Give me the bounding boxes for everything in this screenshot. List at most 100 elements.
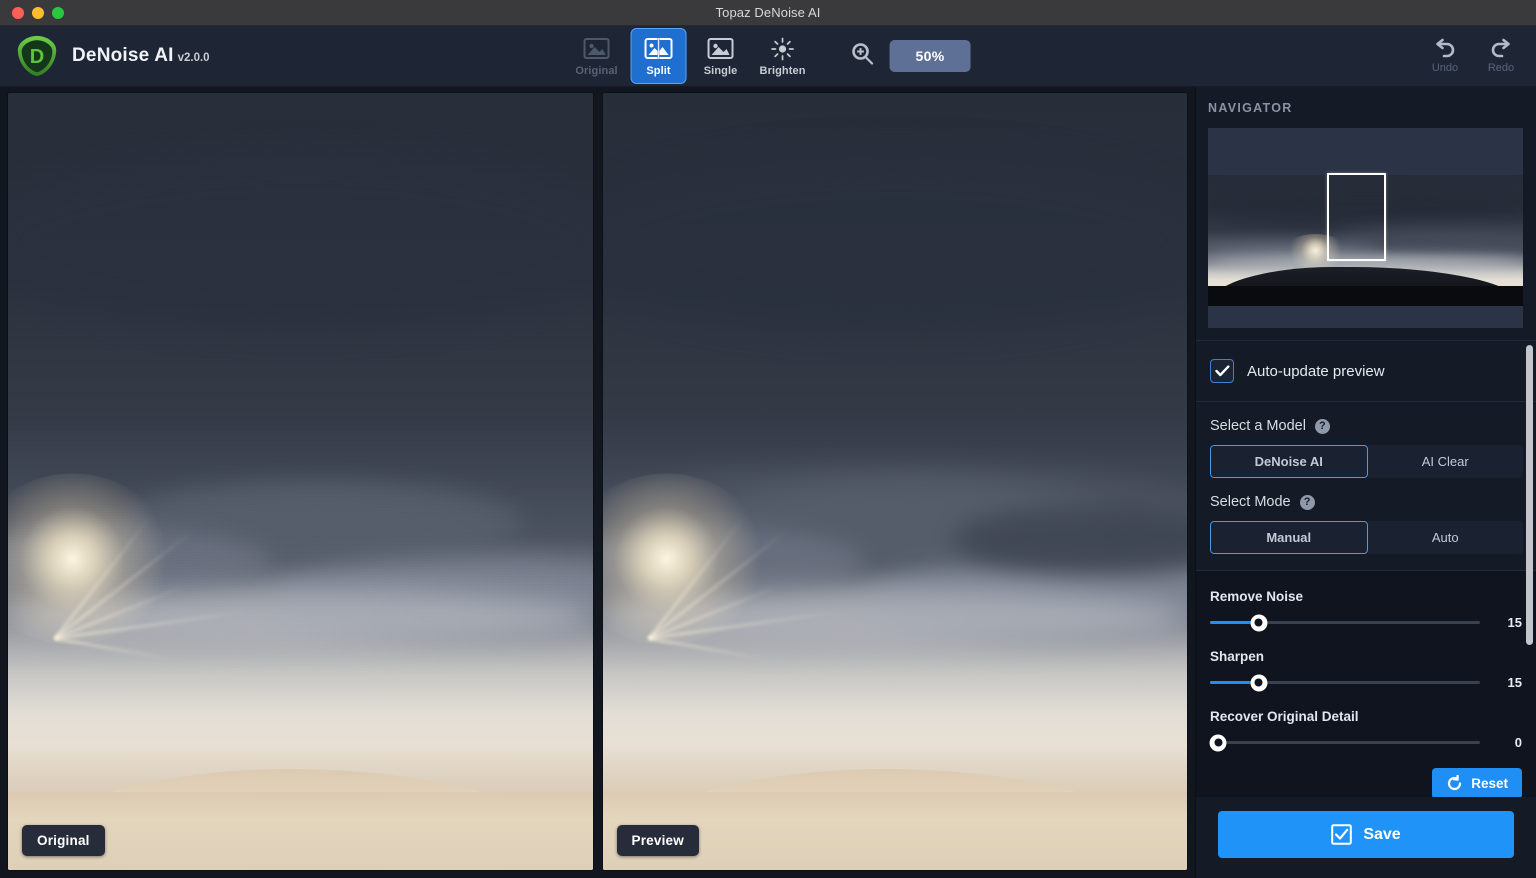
- image-icon: [707, 36, 734, 62]
- sharpen-knob[interactable]: [1250, 674, 1268, 691]
- save-area: Save: [1196, 797, 1536, 878]
- sharpen-label: Sharpen: [1210, 649, 1265, 664]
- sun-icon: [770, 36, 796, 62]
- view-mode-brighten[interactable]: Brighten: [755, 28, 811, 84]
- recover-detail-row: 0: [1209, 734, 1522, 751]
- preview-area: Original Preview: [0, 87, 1195, 878]
- brand-title: DeNoise AI v2.0.0: [72, 45, 210, 67]
- sharpen-row: 15: [1210, 674, 1522, 691]
- noise-texture: [8, 93, 593, 870]
- recover-detail-value: 0: [1514, 735, 1522, 750]
- navigator-thumbnail: [1208, 175, 1523, 306]
- view-mode-group: Original Split Single Brighten 50%: [566, 28, 971, 84]
- preview-pane[interactable]: Preview: [602, 93, 1187, 870]
- close-button[interactable]: [12, 6, 24, 19]
- recover-detail-track[interactable]: [1209, 734, 1481, 751]
- view-mode-original-label: Original: [575, 64, 618, 77]
- controls-scroll-area: Auto-update preview Select a Model ? DeN…: [1196, 341, 1536, 797]
- app-name: DeNoise AI: [72, 45, 174, 66]
- navigator-title: NAVIGATOR: [1208, 101, 1293, 115]
- redo-button[interactable]: Redo: [1476, 31, 1526, 81]
- model-option-ai-clear[interactable]: AI Clear: [1367, 445, 1523, 478]
- sharpen-track[interactable]: [1210, 674, 1481, 691]
- panel-scrollbar[interactable]: [1526, 345, 1533, 645]
- save-label: Save: [1363, 825, 1401, 843]
- mode-section-title: Select Mode: [1210, 494, 1291, 510]
- auto-update-checkbox[interactable]: [1210, 359, 1234, 383]
- model-option-denoise-ai[interactable]: DeNoise AI: [1210, 445, 1368, 478]
- original-preview-pane[interactable]: Original: [8, 93, 593, 870]
- zoom-level-badge[interactable]: 50%: [889, 40, 971, 72]
- mode-segmented-control: Manual Auto: [1210, 521, 1523, 554]
- auto-update-row[interactable]: Auto-update preview: [1196, 341, 1536, 401]
- main-toolbar: D DeNoise AI v2.0.0 Original Split Singl…: [0, 26, 1536, 87]
- remove-noise-knob[interactable]: [1250, 614, 1268, 631]
- remove-noise-value: 15: [1507, 615, 1522, 630]
- denoise-ai-logo-icon: D: [17, 35, 57, 77]
- foreground-silhouette: [1208, 286, 1523, 306]
- preview-pane-label: Preview: [616, 825, 699, 856]
- mode-option-manual[interactable]: Manual: [1210, 521, 1368, 554]
- model-segmented-control: DeNoise AI AI Clear: [1210, 445, 1523, 478]
- right-panel: NAVIGATOR Auto-update preview Select a M…: [1195, 87, 1536, 878]
- save-button[interactable]: Save: [1218, 811, 1514, 858]
- mode-option-auto[interactable]: Auto: [1367, 521, 1523, 554]
- view-mode-brighten-label: Brighten: [759, 64, 806, 77]
- workspace: Original Preview NAVIGATOR Auto-update p…: [0, 87, 1536, 878]
- reset-label: Reset: [1471, 776, 1508, 791]
- undo-arrow-icon: [1436, 38, 1455, 58]
- remove-noise-track[interactable]: [1210, 614, 1481, 631]
- recover-detail-label: Recover Original Detail: [1210, 709, 1359, 724]
- view-mode-single[interactable]: Single: [693, 28, 749, 84]
- view-mode-single-label: Single: [703, 64, 738, 77]
- model-section: Select a Model ? DeNoise AI AI Clear: [1196, 402, 1536, 494]
- original-photo: [8, 93, 593, 870]
- original-pane-label: Original: [22, 825, 105, 856]
- minimize-button[interactable]: [32, 6, 44, 19]
- view-mode-split-label: Split: [646, 64, 671, 77]
- redo-label: Redo: [1487, 62, 1515, 74]
- logo-letter: D: [30, 46, 45, 68]
- undo-label: Undo: [1431, 62, 1459, 74]
- app-version: v2.0.0: [177, 52, 210, 64]
- mode-help-icon[interactable]: ?: [1299, 494, 1315, 510]
- window-title: Topaz DeNoise AI: [715, 5, 821, 20]
- remove-noise-row: 15: [1210, 614, 1522, 631]
- undo-button[interactable]: Undo: [1420, 31, 1470, 81]
- recover-detail-knob[interactable]: [1209, 734, 1227, 751]
- cloud-layer: [1208, 181, 1523, 228]
- view-mode-original[interactable]: Original: [569, 28, 625, 84]
- recover-detail-slider-block: Recover Original Detail 0: [1209, 709, 1522, 751]
- mode-section-head: Select Mode ?: [1210, 494, 1522, 510]
- history-group: Undo Redo: [1420, 31, 1526, 81]
- split-image-icon: [644, 36, 673, 62]
- sharpen-value: 15: [1507, 675, 1522, 690]
- window-title-bar: Topaz DeNoise AI: [0, 0, 1536, 26]
- model-section-head: Select a Model ?: [1210, 418, 1522, 434]
- reset-row: Reset: [1196, 768, 1536, 797]
- zoom-button[interactable]: [52, 6, 64, 19]
- reset-button[interactable]: Reset: [1432, 768, 1522, 797]
- traffic-lights: [0, 6, 64, 19]
- preview-photo: [602, 93, 1187, 870]
- model-section-title: Select a Model: [1210, 418, 1306, 434]
- remove-noise-slider-block: Remove Noise 15: [1210, 589, 1522, 631]
- zoom-group: 50%: [850, 40, 971, 72]
- navigator-section: NAVIGATOR: [1196, 87, 1536, 340]
- sharpen-slider-block: Sharpen 15: [1210, 649, 1522, 691]
- model-help-icon[interactable]: ?: [1314, 418, 1330, 434]
- save-checkbox-icon: [1331, 824, 1353, 845]
- brand-block: D DeNoise AI v2.0.0: [0, 33, 210, 79]
- sliders-section: Remove Noise 15 Sharpen 15 Recover Origi…: [1196, 571, 1536, 768]
- remove-noise-label: Remove Noise: [1210, 589, 1304, 604]
- navigator-frame[interactable]: [1208, 128, 1523, 328]
- image-icon: [583, 36, 610, 62]
- checkmark-icon: [1214, 365, 1229, 377]
- redo-arrow-icon: [1491, 38, 1510, 58]
- magnifier-plus-icon[interactable]: [850, 41, 876, 72]
- view-mode-split[interactable]: Split: [630, 28, 687, 84]
- refresh-icon: [1448, 775, 1462, 791]
- application-window: Topaz DeNoise AI D DeNoise AI v2.0.0 Ori…: [0, 0, 1536, 878]
- mode-section: Select Mode ? Manual Auto: [1196, 494, 1536, 570]
- cloud-layer: [602, 155, 1187, 327]
